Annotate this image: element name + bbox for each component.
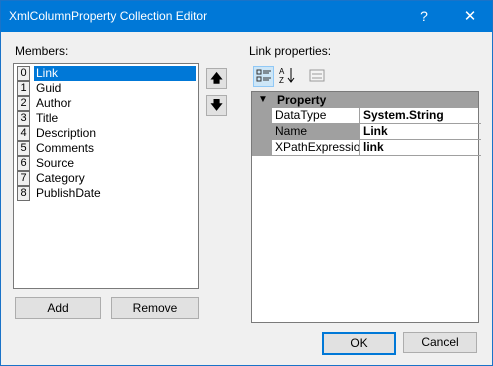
member-name: Category: [36, 171, 85, 185]
properties-label: Link properties:: [249, 44, 332, 58]
remove-button[interactable]: Remove: [111, 297, 199, 319]
row-gutter: [252, 108, 272, 124]
member-name: Guid: [36, 81, 62, 95]
move-up-button[interactable]: 🡅: [206, 68, 227, 89]
collection-editor-dialog: XmlColumnProperty Collection Editor ? ✕ …: [0, 0, 493, 366]
member-name: PublishDate: [36, 186, 101, 200]
member-name: Description: [36, 126, 97, 140]
property-grid[interactable]: ▼ Property DataType System.String Name L…: [251, 91, 481, 323]
svg-text:Z: Z: [279, 76, 284, 84]
property-name[interactable]: XPathExpression: [272, 140, 360, 156]
category-header[interactable]: ▼ Property: [252, 92, 478, 108]
move-down-button[interactable]: 🡇: [206, 95, 227, 116]
member-index: 6: [17, 156, 30, 171]
title-bar[interactable]: XmlColumnProperty Collection Editor ? ✕: [1, 1, 492, 32]
member-name: Author: [36, 96, 72, 110]
property-pages-icon: [309, 69, 325, 82]
member-item[interactable]: 2 Author: [15, 96, 197, 111]
member-item[interactable]: 1 Guid: [15, 81, 197, 96]
arrow-down-icon: 🡇: [210, 98, 223, 112]
member-index: 3: [17, 111, 30, 126]
members-list[interactable]: 0 Link 1 Guid 2 Author 3 Title 4 Descrip…: [13, 63, 199, 289]
categorized-icon: [256, 69, 271, 82]
category-title: Property: [277, 93, 327, 107]
svg-text:A: A: [279, 67, 285, 76]
member-item[interactable]: 6 Source: [15, 156, 197, 171]
ok-button[interactable]: OK: [322, 332, 396, 355]
member-index: 7: [17, 171, 30, 186]
cancel-button[interactable]: Cancel: [403, 332, 477, 353]
row-gutter: [252, 140, 272, 156]
close-button[interactable]: ✕: [447, 1, 493, 32]
property-row[interactable]: XPathExpression link: [252, 140, 481, 156]
property-row[interactable]: DataType System.String: [252, 108, 481, 124]
member-name: Source: [36, 156, 75, 170]
window-title: XmlColumnProperty Collection Editor: [9, 9, 208, 23]
property-pages-button[interactable]: [307, 66, 327, 86]
members-label: Members:: [15, 44, 69, 58]
property-name[interactable]: Name: [272, 124, 360, 140]
collapse-icon[interactable]: ▼: [258, 92, 268, 108]
property-value[interactable]: System.String: [360, 108, 481, 124]
member-item[interactable]: 0 Link: [15, 66, 197, 81]
property-row[interactable]: Name Link: [252, 124, 481, 140]
property-value[interactable]: link: [360, 140, 481, 156]
row-gutter: [252, 124, 272, 140]
member-item[interactable]: 8 PublishDate: [15, 186, 197, 201]
help-button[interactable]: ?: [401, 1, 447, 32]
arrow-up-icon: 🡅: [210, 71, 223, 85]
member-item[interactable]: 4 Description: [15, 126, 197, 141]
property-name[interactable]: DataType: [272, 108, 360, 124]
member-item[interactable]: 3 Title: [15, 111, 197, 126]
property-value[interactable]: Link: [360, 124, 481, 140]
member-index: 1: [17, 81, 30, 96]
categorized-button[interactable]: [253, 66, 274, 87]
member-item[interactable]: 7 Category: [15, 171, 197, 186]
alphabetical-icon: A Z: [279, 67, 295, 85]
member-index: 2: [17, 96, 30, 111]
add-button[interactable]: Add: [15, 297, 101, 319]
member-item[interactable]: 5 Comments: [15, 141, 197, 156]
member-index: 4: [17, 126, 30, 141]
member-index: 0: [17, 66, 30, 81]
member-index: 5: [17, 141, 30, 156]
member-name: Comments: [36, 141, 95, 155]
member-name: Link: [34, 66, 196, 81]
member-name: Title: [36, 111, 59, 125]
member-index: 8: [17, 186, 30, 201]
alphabetical-button[interactable]: A Z: [277, 66, 297, 86]
